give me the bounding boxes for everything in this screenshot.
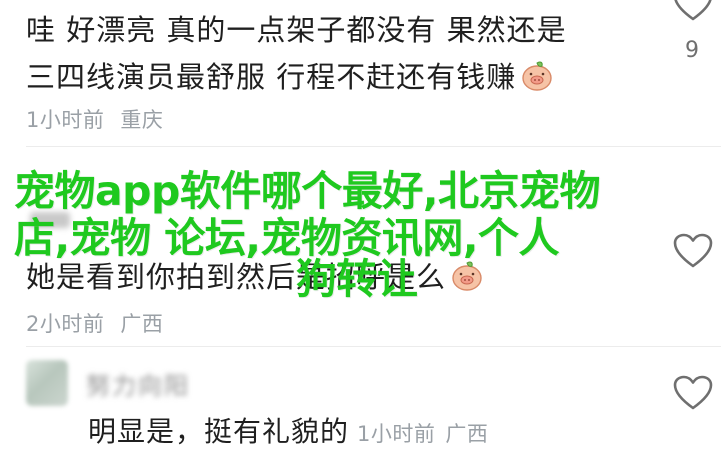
- comment-line-2: 三四线演员最舒服 行程不赶还有钱赚: [26, 54, 567, 101]
- comment-line-1: 哇 好漂亮 真的一点架子都没有 果然还是: [26, 13, 567, 47]
- reply-meta: 1小时前 广西: [357, 422, 488, 446]
- pig-face-emoji-icon: [452, 261, 482, 291]
- comment-time: 1小时前: [26, 108, 105, 132]
- comment-time: 2小时前: [26, 312, 105, 336]
- like-heart-icon[interactable]: [673, 375, 713, 411]
- comment-location: 重庆: [120, 108, 164, 132]
- reply-text: 明显是，挺有礼貌的 1小时前 广西: [88, 410, 488, 450]
- pig-face-emoji-icon: [522, 61, 552, 91]
- reply-body: 明显是，挺有礼貌的: [88, 415, 350, 448]
- comment-location: 广西: [120, 312, 164, 336]
- watermark-line-1: 宠物app软件哪个最好,北京宠物: [14, 167, 600, 215]
- reply-time: 1小时前: [357, 422, 436, 446]
- comment-text-body: 她是看到你拍到然后是招呼是么: [26, 260, 447, 294]
- blurred-avatar: [30, 212, 70, 228]
- comment-meta: 2小时前 广西: [26, 308, 163, 338]
- comment-text: 哇 好漂亮 真的一点架子都没有 果然还是 三四线演员最舒服 行程不赶还有钱赚: [26, 7, 567, 101]
- like-heart-icon[interactable]: [673, 0, 713, 22]
- divider: [26, 146, 721, 147]
- divider: [26, 346, 721, 347]
- like-heart-icon[interactable]: [673, 233, 713, 269]
- reply-location: 广西: [445, 422, 489, 446]
- like-count: 9: [685, 38, 699, 63]
- comment-line-2-text: 三四线演员最舒服 行程不赶还有钱赚: [26, 60, 517, 94]
- comment-meta: 1小时前 重庆: [26, 104, 163, 134]
- comment-text: 她是看到你拍到然后是招呼是么: [26, 254, 484, 301]
- author-name[interactable]: 努力向阳: [86, 366, 190, 401]
- avatar[interactable]: [26, 360, 68, 406]
